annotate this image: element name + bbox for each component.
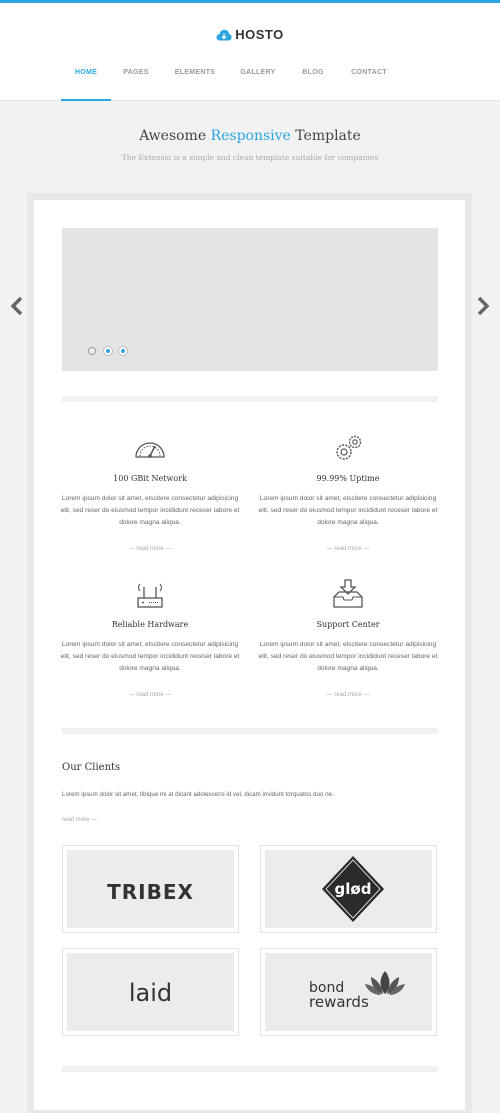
bond-logo-line2: rewards xyxy=(309,993,369,1011)
clients-heading: Our Clients xyxy=(62,762,121,773)
hero-title-accent: Responsive xyxy=(210,128,291,144)
section-divider xyxy=(62,728,438,734)
nav-pages[interactable]: PAGES xyxy=(116,69,156,76)
read-more-link[interactable]: — read more — xyxy=(253,692,443,698)
hero-subtitle: The Extensio is a simple and clean templ… xyxy=(121,153,379,162)
client-logo-laid[interactable]: laid xyxy=(62,948,239,1036)
clients-description: Lorem ipsum dolor sit amet, tibique mi a… xyxy=(62,791,334,798)
nav-elements[interactable]: ELEMENTS xyxy=(170,69,220,76)
chevron-left-icon xyxy=(10,296,23,316)
client-logo-glod[interactable]: glød xyxy=(260,845,437,933)
glod-logo-text: glød xyxy=(335,880,372,898)
feature-text: Lorem ipsum dolor sit amet, elscitere co… xyxy=(258,641,438,672)
slider-next-arrow[interactable] xyxy=(476,296,490,316)
feature-hardware: Reliable Hardware Lorem ipsum dolor sit … xyxy=(55,578,245,698)
nav-blog[interactable]: BLOG xyxy=(297,69,329,76)
feature-text: Lorem ipsum dolor sit amet, elscitere co… xyxy=(60,641,240,672)
feature-title: 100 GBit Network xyxy=(113,474,187,483)
hero-title-start: Awesome xyxy=(139,128,211,144)
slider-dot-1[interactable] xyxy=(88,347,96,355)
nav-active-indicator xyxy=(61,99,111,101)
feature-text: Lorem ipsum dolor sit amet, elscitere co… xyxy=(60,495,240,526)
lotus-icon xyxy=(365,971,405,995)
feature-uptime: 99.99% Uptime Lorem ipsum dolor sit amet… xyxy=(253,432,443,552)
feature-title: Support Center xyxy=(316,620,380,629)
cloud-icon xyxy=(216,29,232,41)
slider-prev-arrow[interactable] xyxy=(10,296,24,316)
site-logo[interactable]: HOSTO xyxy=(0,26,500,42)
nav-home[interactable]: HOME xyxy=(61,69,111,76)
hero-title-end: Template xyxy=(290,128,361,144)
slider-dot-2[interactable] xyxy=(104,347,112,355)
feature-title: 99.99% Uptime xyxy=(316,474,380,483)
glod-logo: glød xyxy=(322,856,384,922)
nav-gallery[interactable]: GALLERY xyxy=(234,69,282,76)
router-icon xyxy=(137,583,163,608)
main-nav: HOME PAGES ELEMENTS GALLERY BLOG CONTACT xyxy=(0,69,500,101)
client-logo-bond-rewards[interactable]: bond rewards xyxy=(260,948,437,1036)
bond-rewards-logo-text: bond rewards xyxy=(309,981,369,1011)
hero-title: Awesome Responsive Template xyxy=(0,128,500,144)
read-more-link[interactable]: — read more — xyxy=(253,546,443,552)
laid-logo-text: laid xyxy=(128,979,173,1007)
feature-network: 100 GBit Network Lorem ipsum dolor sit a… xyxy=(55,432,245,552)
section-divider xyxy=(62,396,438,402)
chevron-right-icon xyxy=(477,296,490,316)
clients-read-more-link[interactable]: read more — xyxy=(62,817,97,823)
tribex-logo-text: TRIBEX xyxy=(107,880,194,904)
slider-dot-3[interactable] xyxy=(119,347,127,355)
feature-support: Support Center Lorem ipsum dolor sit ame… xyxy=(253,578,443,698)
site-header: HOSTO HOME PAGES ELEMENTS GALLERY BLOG C… xyxy=(0,3,500,101)
feature-title: Reliable Hardware xyxy=(111,620,189,629)
gears-icon xyxy=(336,435,362,460)
feature-text: Lorem ipsum dolor sit amet, elscitere co… xyxy=(258,495,438,526)
nav-contact[interactable]: CONTACT xyxy=(344,69,394,76)
speedometer-icon xyxy=(135,442,165,458)
section-divider xyxy=(62,1066,438,1072)
read-more-link[interactable]: — read more — xyxy=(55,692,245,698)
inbox-download-icon xyxy=(333,579,363,608)
site-name: HOSTO xyxy=(235,27,284,43)
client-logo-tribex[interactable]: TRIBEX xyxy=(62,845,239,933)
read-more-link[interactable]: — read more — xyxy=(55,546,245,552)
